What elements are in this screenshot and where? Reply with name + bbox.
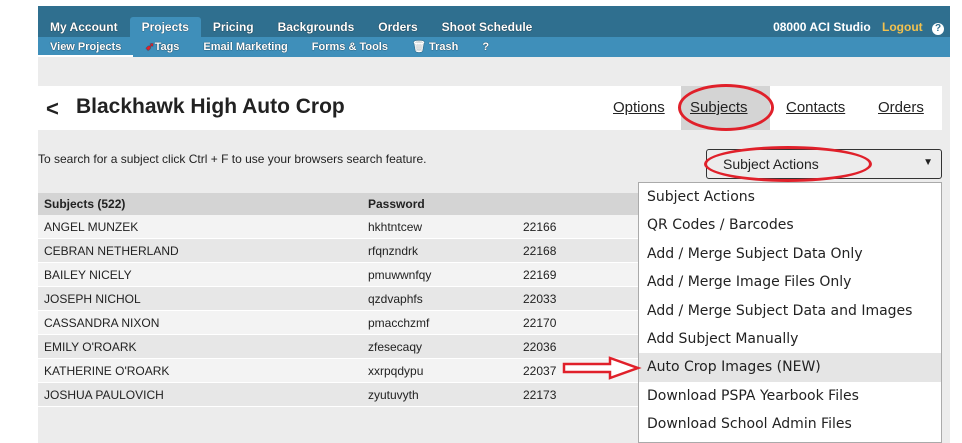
nav-projects[interactable]: Projects: [129, 17, 201, 37]
subject-actions-select[interactable]: Subject Actions ▼: [706, 149, 942, 179]
subject-id: 22168: [523, 243, 557, 258]
subjects-table: Subjects (522) Password ANGEL MUNZEK hkht…: [38, 193, 638, 407]
subject-password: hkhtntcew: [368, 219, 423, 234]
logout-link[interactable]: Logout: [882, 20, 923, 34]
table-row[interactable]: EMILY O'ROARK zfesecaqy 22036: [38, 335, 638, 359]
studio-name: 08000 ACI Studio: [773, 20, 871, 34]
subject-id: 22169: [523, 267, 557, 282]
menu-item-subject-actions[interactable]: Subject Actions: [639, 183, 941, 211]
nav-orders[interactable]: Orders: [366, 17, 429, 37]
nav-backgrounds[interactable]: Backgrounds: [266, 17, 367, 37]
table-row[interactable]: BAILEY NICELY pmuwwnfqy 22169: [38, 263, 638, 287]
caret-down-icon: ▼: [923, 157, 933, 168]
tab-contacts[interactable]: Contacts: [786, 99, 845, 116]
subject-name: ANGEL MUNZEK: [44, 219, 139, 234]
menu-item-school-admin[interactable]: Download School Admin Files: [639, 410, 941, 438]
nav-shoot-schedule[interactable]: Shoot Schedule: [430, 17, 545, 37]
subnav-trash-label: Trash: [429, 41, 459, 53]
menu-item-merge-subject-data[interactable]: Add / Merge Subject Data Only: [639, 240, 941, 268]
tab-options[interactable]: Options: [613, 99, 665, 116]
subject-name: CEBRAN NETHERLAND: [44, 243, 179, 258]
table-row[interactable]: JOSHUA PAULOVICH zyutuvyth 22173: [38, 383, 638, 407]
subject-id: 22173: [523, 387, 557, 402]
menu-item-qr-codes[interactable]: QR Codes / Barcodes: [639, 211, 941, 239]
menu-item-merge-image-files[interactable]: Add / Merge Image Files Only: [639, 268, 941, 296]
table-row[interactable]: KATHERINE O'ROARK xxrpqdypu 22037: [38, 359, 638, 383]
tab-orders[interactable]: Orders: [878, 99, 924, 116]
menu-item-pspa-yearbook[interactable]: Download PSPA Yearbook Files: [639, 382, 941, 410]
help-icon[interactable]: ?: [932, 23, 944, 35]
account-area: 08000 ACI Studio Logout ?: [773, 17, 944, 37]
sub-nav: View Projects ➹Tags Email Marketing Form…: [38, 37, 950, 57]
subject-actions-menu: Subject Actions QR Codes / Barcodes Add …: [638, 182, 942, 443]
table-body: ANGEL MUNZEK hkhtntcew 22166 CEBRAN NETHER…: [38, 215, 638, 407]
menu-item-merge-data-images[interactable]: Add / Merge Subject Data and Images: [639, 297, 941, 325]
annotation-arrow-icon: [562, 356, 642, 380]
subject-name: JOSEPH NICHOL: [44, 291, 141, 306]
nav-my-account[interactable]: My Account: [38, 17, 130, 37]
table-header: Subjects (522) Password: [38, 193, 638, 215]
subject-id: 22036: [523, 339, 557, 354]
subject-id: 22033: [523, 291, 557, 306]
subject-password: zyutuvyth: [368, 387, 419, 402]
subnav-help-icon[interactable]: ?: [470, 37, 501, 57]
subject-password: rfqnzndrk: [368, 243, 419, 258]
search-hint: To search for a subject click Ctrl + F t…: [38, 152, 427, 166]
header-subjects[interactable]: Subjects (522): [38, 197, 368, 211]
nav-pricing[interactable]: Pricing: [201, 17, 266, 37]
header-password[interactable]: Password: [368, 197, 523, 211]
table-row[interactable]: CASSANDRA NIXON pmacchzmf 22170: [38, 311, 638, 335]
trash-icon: 🗑: [411, 41, 426, 53]
subject-name: CASSANDRA NIXON: [44, 315, 160, 330]
subject-password: pmuwwnfqy: [368, 267, 432, 282]
subject-actions-label: Subject Actions: [723, 156, 819, 172]
table-row[interactable]: ANGEL MUNZEK hkhtntcew 22166: [38, 215, 638, 239]
subject-password: zfesecaqy: [368, 339, 423, 354]
table-row[interactable]: JOSEPH NICHOL qzdvaphfs 22033: [38, 287, 638, 311]
tab-subjects[interactable]: Subjects: [690, 99, 748, 116]
subnav-tags-label: Tags: [154, 41, 180, 53]
subnav-email-marketing[interactable]: Email Marketing: [191, 37, 299, 57]
subject-name: BAILEY NICELY: [44, 267, 132, 282]
subject-name: KATHERINE O'ROARK: [44, 363, 170, 378]
subject-password: qzdvaphfs: [368, 291, 423, 306]
main-nav: My Account Projects Pricing Backgrounds …: [38, 17, 544, 37]
subject-password: pmacchzmf: [368, 315, 430, 330]
subject-password: xxrpqdypu: [368, 363, 424, 378]
subnav-trash[interactable]: 🗑 Trash: [400, 37, 470, 57]
subnav-tags[interactable]: ➹Tags: [133, 37, 191, 57]
subject-id: 22166: [523, 219, 557, 234]
back-chevron-icon[interactable]: <: [46, 96, 59, 122]
subject-name: EMILY O'ROARK: [44, 339, 137, 354]
page-title: Blackhawk High Auto Crop: [76, 95, 345, 118]
subnav-forms-tools[interactable]: Forms & Tools: [300, 37, 400, 57]
menu-item-auto-crop[interactable]: Auto Crop Images (NEW): [639, 353, 941, 382]
menu-item-add-subject[interactable]: Add Subject Manually: [639, 325, 941, 353]
table-row[interactable]: CEBRAN NETHERLAND rfqnzndrk 22168: [38, 239, 638, 263]
tag-icon: ➹: [145, 41, 155, 53]
subnav-view-projects[interactable]: View Projects: [38, 37, 134, 57]
subject-id: 22170: [523, 315, 557, 330]
subject-name: JOSHUA PAULOVICH: [44, 387, 164, 402]
